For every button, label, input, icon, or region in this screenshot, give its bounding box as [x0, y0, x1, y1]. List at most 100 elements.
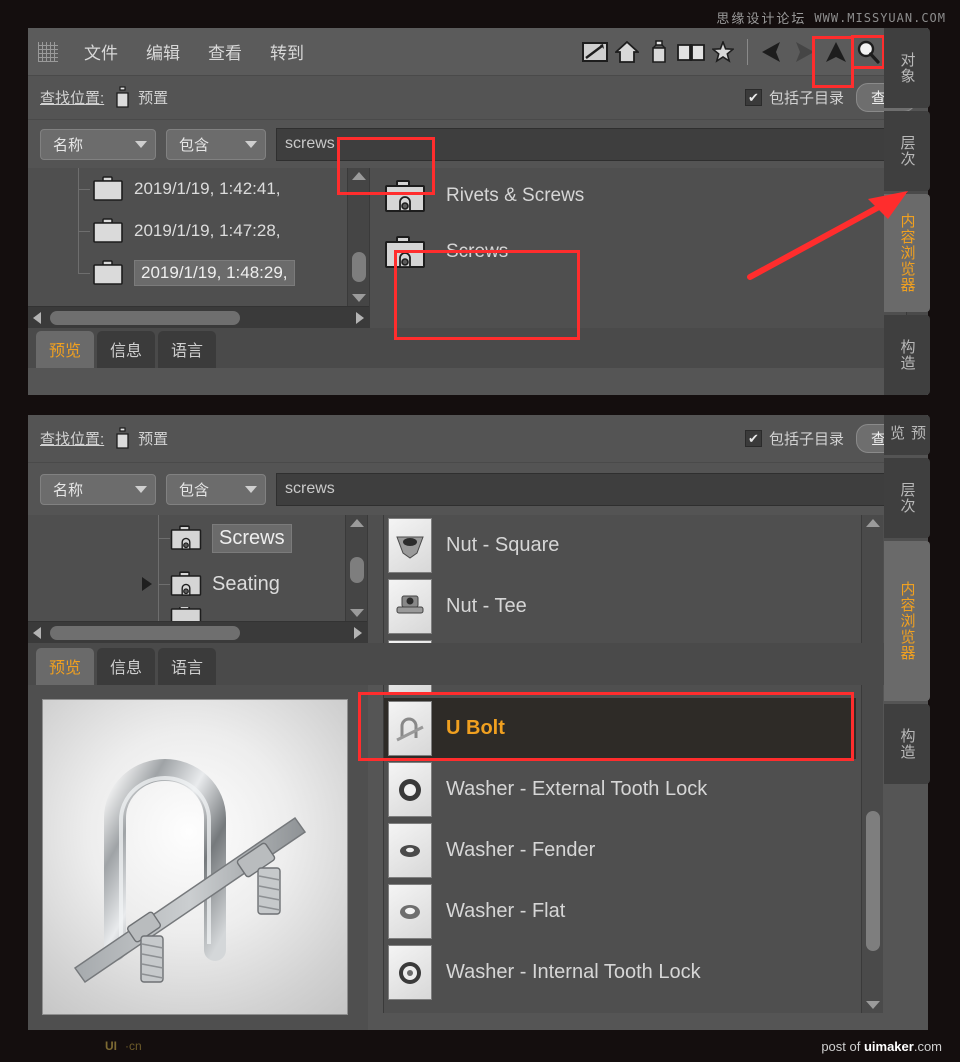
list-item[interactable]: Washer - Flat	[384, 881, 856, 942]
home-icon[interactable]	[613, 38, 641, 66]
nut-tee-thumb-icon	[388, 579, 432, 634]
menu-item-view[interactable]: 查看	[194, 37, 256, 66]
list-item[interactable]: Nut - Tee	[384, 576, 856, 637]
tab-language[interactable]: 语言	[158, 648, 217, 685]
sidebar-tab-objects[interactable]: 对象	[884, 28, 930, 108]
list-item-selected[interactable]: U Bolt	[384, 698, 856, 759]
result-label: Nut - Tee	[446, 595, 527, 617]
scroll-left-icon[interactable]	[33, 312, 41, 324]
tree-vertical-scrollbar[interactable]	[347, 168, 369, 306]
list-item[interactable]: Washer - Fender	[384, 820, 856, 881]
preset-bottle-icon[interactable]	[645, 38, 673, 66]
scroll-right-icon[interactable]	[356, 312, 364, 324]
search-results-list: Rivets & Screws Screws	[370, 168, 906, 328]
tree-horizontal-scrollbar-2[interactable]	[28, 621, 367, 643]
scroll-right-icon[interactable]	[354, 627, 362, 639]
scroll-up-icon[interactable]	[866, 519, 880, 527]
scrollbar-thumb[interactable]	[50, 311, 240, 325]
sidebar-tab-content-browser[interactable]: 内容浏览器	[884, 541, 930, 701]
field-dropdown[interactable]: 名称	[40, 473, 156, 505]
watermark-bottom-post: .com	[913, 1038, 942, 1054]
scroll-up-icon[interactable]	[352, 172, 366, 180]
scroll-down-icon[interactable]	[866, 1001, 880, 1009]
watermark-bottom: UI ·cn post of uimaker.com	[0, 1030, 960, 1062]
book-icon[interactable]	[677, 38, 705, 66]
sidebar-tab-hierarchy[interactable]: 层次	[884, 111, 930, 191]
scrollbar-thumb[interactable]	[352, 252, 366, 282]
sidebar-tab-construction[interactable]: 构造	[884, 315, 930, 395]
operator-dropdown[interactable]: 包含	[166, 128, 266, 160]
preset-folder-icon	[170, 607, 202, 621]
tab-info[interactable]: 信息	[97, 331, 156, 368]
menubar: 文件 编辑 查看 转到	[28, 28, 928, 76]
browser-body: 2019/1/19, 1:42:41, 2019/1/19, 1:47:28,	[28, 168, 928, 328]
table-row[interactable]: Seating	[28, 561, 345, 607]
table-row[interactable]	[28, 607, 345, 621]
panel1-side-tabs: 对象 层次 内容浏览器 构造	[884, 28, 930, 398]
field-dropdown-label: 名称	[53, 481, 84, 499]
panel2-bottom-tabs: 预览 信息 语言	[28, 643, 928, 685]
content-browser-panel-2: 查找位置: 预置 ✔ 包括子目录 查找 名称 包含 screws	[28, 415, 928, 1045]
list-item[interactable]: Washer - External Tooth Lock	[384, 759, 856, 820]
folder-tree-pane: 2019/1/19, 1:42:41, 2019/1/19, 1:47:28,	[28, 168, 370, 328]
expand-triangle-icon[interactable]	[142, 577, 152, 591]
tree-horizontal-scrollbar[interactable]	[28, 306, 369, 328]
table-row[interactable]: 2019/1/19, 1:42:41,	[28, 168, 347, 210]
result-label: Nut - Square	[446, 534, 560, 556]
watermark-top-cn: 思缘设计论坛	[716, 12, 807, 27]
menu-item-goto[interactable]: 转到	[256, 37, 318, 66]
result-label: Screws	[446, 241, 509, 262]
operator-dropdown[interactable]: 包含	[166, 473, 266, 505]
list-item[interactable]: Nut - Square	[384, 515, 856, 576]
list-item[interactable]: Rivets & Screws	[370, 168, 906, 224]
results-vertical-scrollbar-2[interactable]	[861, 515, 883, 1013]
table-row[interactable]: 2019/1/19, 1:48:29,	[28, 252, 347, 294]
ui-cn-logo: UI ·cn	[100, 1034, 142, 1058]
chevron-down-icon	[245, 485, 257, 493]
list-item[interactable]: Washer - Internal Tooth Lock	[384, 942, 856, 1003]
up-arrow-icon[interactable]	[822, 38, 850, 66]
grip-handle-icon[interactable]	[38, 41, 58, 62]
tab-language[interactable]: 语言	[158, 331, 217, 368]
back-arrow-icon[interactable]	[758, 38, 786, 66]
scrollbar-thumb[interactable]	[50, 626, 240, 640]
scrollbar-thumb[interactable]	[866, 811, 880, 951]
tab-preview[interactable]: 预览	[36, 331, 95, 368]
include-subdirs-checkbox[interactable]: ✔	[744, 89, 762, 106]
filter-row-2: 名称 包含 screws	[28, 463, 928, 515]
star-favorite-icon[interactable]	[709, 38, 737, 66]
table-row[interactable]: Screws	[28, 515, 345, 561]
list-item[interactable]: Screws	[370, 224, 906, 280]
tab-preview[interactable]: 预览	[36, 648, 95, 685]
result-label: U Bolt	[446, 717, 505, 739]
forward-arrow-icon[interactable]	[790, 38, 818, 66]
menu-item-file[interactable]: 文件	[70, 37, 132, 66]
result-label: Rivets & Screws	[446, 185, 585, 206]
search-query-input[interactable]: screws	[276, 472, 916, 506]
edit-preset-icon[interactable]	[581, 38, 609, 66]
u-bolt-thumb-icon	[388, 701, 432, 756]
scroll-down-icon[interactable]	[352, 294, 366, 302]
tab-info[interactable]: 信息	[97, 648, 156, 685]
scroll-down-icon[interactable]	[350, 609, 364, 617]
table-row[interactable]: 2019/1/19, 1:47:28,	[28, 210, 347, 252]
field-dropdown[interactable]: 名称	[40, 128, 156, 160]
preset-folder-icon	[384, 179, 426, 213]
sidebar-tab-content-browser[interactable]: 内容浏览器	[884, 194, 930, 312]
search-magnifier-icon[interactable]	[851, 34, 885, 69]
sidebar-tab-construction[interactable]: 构造	[884, 704, 930, 784]
folder-label-selected: Screws	[212, 523, 292, 553]
preset-bottle-small-icon	[114, 427, 131, 450]
tree-vertical-scrollbar-2[interactable]	[345, 515, 367, 621]
scroll-left-icon[interactable]	[33, 627, 41, 639]
include-subdirs-checkbox[interactable]: ✔	[744, 430, 762, 447]
scroll-up-icon[interactable]	[350, 519, 364, 527]
sidebar-tab-preview[interactable]: 预览	[884, 415, 930, 455]
search-query-input[interactable]: screws	[276, 127, 916, 161]
content-browser-panel-1: 文件 编辑 查看 转到 查找位置: 预置 ✔ 包括子目录 名称 包含 screw…	[28, 28, 928, 395]
search-query-value: screws	[285, 480, 335, 497]
scrollbar-thumb[interactable]	[350, 557, 364, 583]
sidebar-tab-hierarchy[interactable]: 层次	[884, 458, 930, 538]
screenshot-root: 思缘设计论坛 WWW.MISSYUAN.COM 文件 编辑 查看 转到 查找位置…	[0, 0, 960, 1062]
menu-item-edit[interactable]: 编辑	[132, 37, 194, 66]
